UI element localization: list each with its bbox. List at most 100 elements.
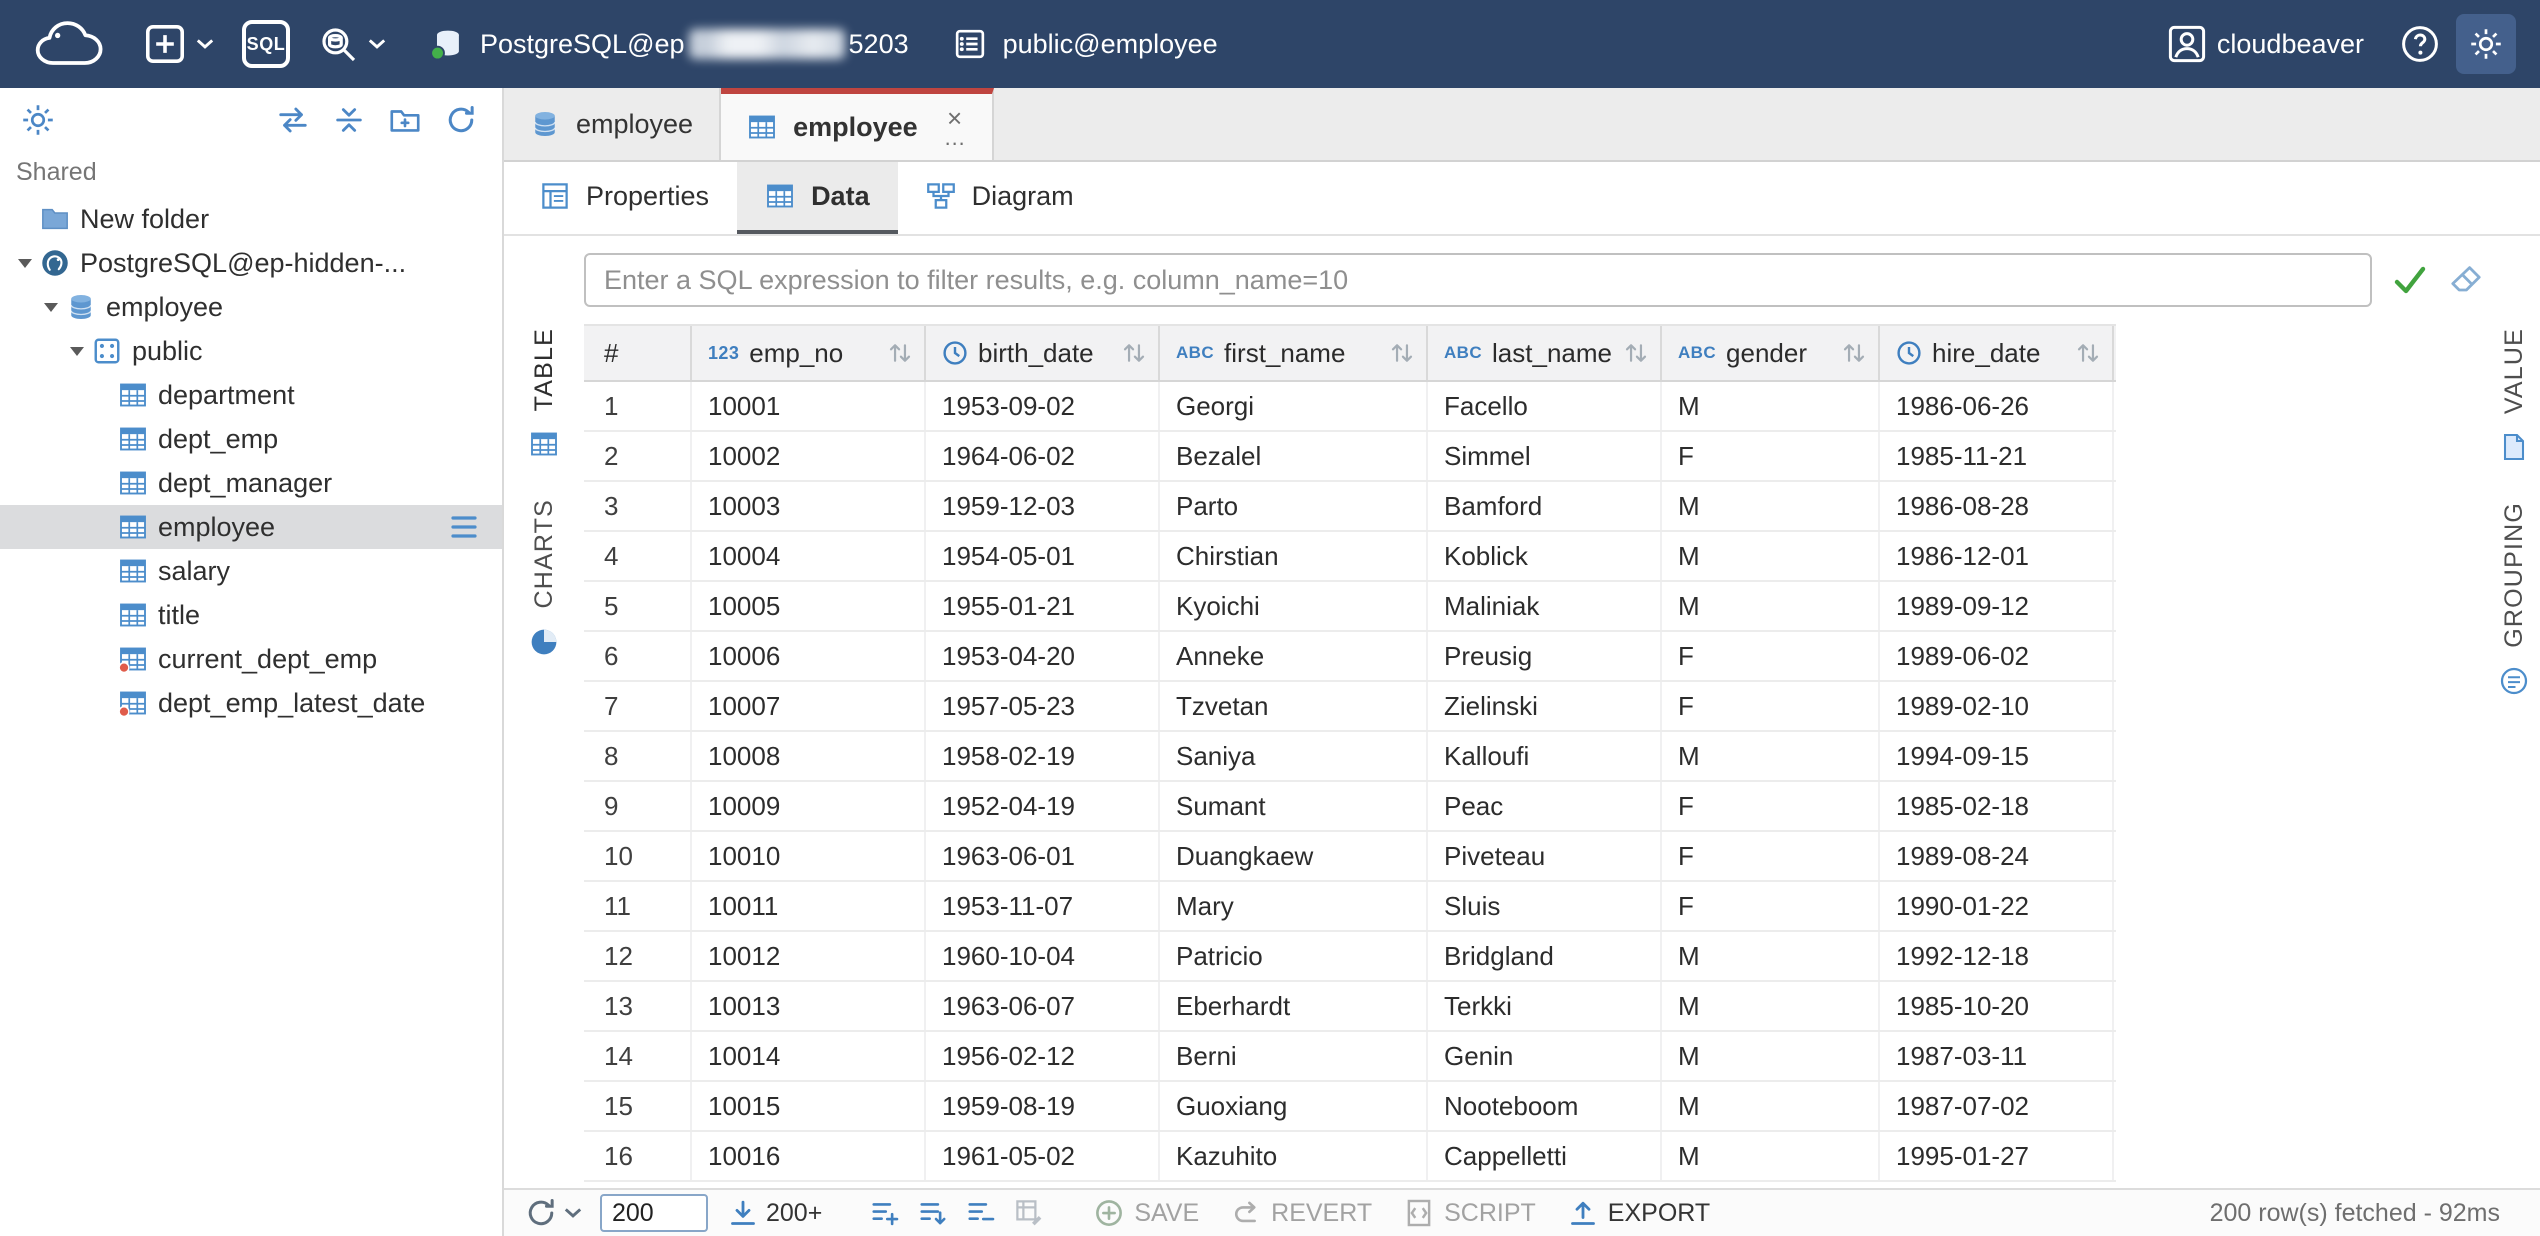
apply-filter-icon[interactable] bbox=[2392, 264, 2428, 296]
table-cell[interactable]: 1956-02-12 bbox=[926, 1032, 1160, 1080]
table-cell[interactable]: M bbox=[1662, 582, 1880, 630]
chevron-down-icon[interactable] bbox=[38, 301, 64, 313]
refresh-tree-icon[interactable] bbox=[444, 103, 478, 137]
export-button[interactable]: EXPORT bbox=[1568, 1198, 1710, 1228]
duplicate-row-button[interactable] bbox=[918, 1198, 948, 1228]
refresh-results-button[interactable] bbox=[524, 1196, 582, 1230]
row-index[interactable]: 8 bbox=[584, 732, 692, 780]
table-cell[interactable]: M bbox=[1662, 732, 1880, 780]
row-index[interactable]: 11 bbox=[584, 882, 692, 930]
table-cell[interactable]: 10007 bbox=[692, 682, 926, 730]
column-header-emp-no[interactable]: 123emp_no bbox=[692, 326, 926, 380]
table-cell[interactable]: F bbox=[1662, 682, 1880, 730]
tab-properties[interactable]: Properties bbox=[512, 162, 737, 234]
sort-icon[interactable] bbox=[2076, 342, 2100, 364]
tab-menu-icon[interactable]: … bbox=[944, 129, 966, 148]
new-folder-icon[interactable] bbox=[388, 103, 422, 137]
row-index[interactable]: 1 bbox=[584, 382, 692, 430]
tree-item-dept-manager[interactable]: dept_manager bbox=[0, 461, 502, 505]
table-cell[interactable]: 10013 bbox=[692, 982, 926, 1030]
table-cell[interactable]: 10016 bbox=[692, 1132, 926, 1180]
table-cell[interactable]: Terkki bbox=[1428, 982, 1662, 1030]
column-header-hire-date[interactable]: hire_date bbox=[1880, 326, 2114, 380]
save-button[interactable]: SAVE bbox=[1094, 1198, 1199, 1228]
table-cell[interactable]: 1963-06-01 bbox=[926, 832, 1160, 880]
table-cell[interactable]: M bbox=[1662, 382, 1880, 430]
tree-item-title[interactable]: title bbox=[0, 593, 502, 637]
table-cell[interactable]: 1953-11-07 bbox=[926, 882, 1160, 930]
tree-item-employee[interactable]: employee bbox=[0, 505, 502, 549]
row-index[interactable]: 9 bbox=[584, 782, 692, 830]
row-index[interactable]: 14 bbox=[584, 1032, 692, 1080]
table-cell[interactable]: 10010 bbox=[692, 832, 926, 880]
row-index[interactable]: 5 bbox=[584, 582, 692, 630]
tree-item-employee[interactable]: employee bbox=[0, 285, 502, 329]
table-cell[interactable]: Kyoichi bbox=[1160, 582, 1428, 630]
table-cell[interactable]: Parto bbox=[1160, 482, 1428, 530]
new-object-button[interactable] bbox=[144, 23, 214, 65]
add-row-button[interactable] bbox=[870, 1198, 900, 1228]
table-cell[interactable]: Bezalel bbox=[1160, 432, 1428, 480]
table-cell[interactable]: 1985-10-20 bbox=[1880, 982, 2114, 1030]
row-index[interactable]: 15 bbox=[584, 1082, 692, 1130]
tree-item-salary[interactable]: salary bbox=[0, 549, 502, 593]
table-cell[interactable]: M bbox=[1662, 932, 1880, 980]
table-cell[interactable]: Bridgland bbox=[1428, 932, 1662, 980]
sql-filter-input[interactable] bbox=[584, 253, 2372, 307]
tab-employee-database[interactable]: employee bbox=[504, 88, 721, 160]
table-cell[interactable]: 1955-01-21 bbox=[926, 582, 1160, 630]
table-cell[interactable]: 1995-01-27 bbox=[1880, 1132, 2114, 1180]
tree-item-new-folder[interactable]: New folder bbox=[0, 197, 502, 241]
table-cell[interactable]: Genin bbox=[1428, 1032, 1662, 1080]
table-cell[interactable]: Guoxiang bbox=[1160, 1082, 1428, 1130]
table-cell[interactable]: 10002 bbox=[692, 432, 926, 480]
presentation-charts[interactable]: CHARTS bbox=[529, 499, 559, 657]
script-button[interactable]: SCRIPT bbox=[1404, 1198, 1536, 1228]
sort-icon[interactable] bbox=[1842, 342, 1866, 364]
table-cell[interactable]: 10001 bbox=[692, 382, 926, 430]
table-cell[interactable]: Anneke bbox=[1160, 632, 1428, 680]
table-cell[interactable]: 1994-09-15 bbox=[1880, 732, 2114, 780]
table-cell[interactable]: Georgi bbox=[1160, 382, 1428, 430]
table-cell[interactable]: 10009 bbox=[692, 782, 926, 830]
table-cell[interactable]: F bbox=[1662, 432, 1880, 480]
tab-diagram[interactable]: Diagram bbox=[898, 162, 1102, 234]
table-cell[interactable]: 1959-12-03 bbox=[926, 482, 1160, 530]
column-header-last-name[interactable]: ABClast_name bbox=[1428, 326, 1662, 380]
table-cell[interactable]: M bbox=[1662, 1132, 1880, 1180]
clear-filter-icon[interactable] bbox=[2448, 262, 2484, 298]
table-cell[interactable]: 10012 bbox=[692, 932, 926, 980]
user-menu[interactable]: cloudbeaver bbox=[2167, 24, 2364, 64]
table-cell[interactable]: Tzvetan bbox=[1160, 682, 1428, 730]
table-cell[interactable]: Zielinski bbox=[1428, 682, 1662, 730]
panel-grouping[interactable]: GROUPING bbox=[2499, 502, 2529, 696]
row-index[interactable]: 3 bbox=[584, 482, 692, 530]
edit-mode-button[interactable] bbox=[1014, 1198, 1044, 1228]
table-cell[interactable]: Sluis bbox=[1428, 882, 1662, 930]
tree-item-department[interactable]: department bbox=[0, 373, 502, 417]
tree-item-public[interactable]: public bbox=[0, 329, 502, 373]
presentation-table[interactable]: TABLE bbox=[529, 328, 559, 459]
table-cell[interactable]: 1987-07-02 bbox=[1880, 1082, 2114, 1130]
row-index[interactable]: 13 bbox=[584, 982, 692, 1030]
tab-data[interactable]: Data bbox=[737, 162, 898, 234]
table-cell[interactable]: 10014 bbox=[692, 1032, 926, 1080]
tree-item-current-dept-emp[interactable]: current_dept_emp bbox=[0, 637, 502, 681]
table-cell[interactable]: 1989-02-10 bbox=[1880, 682, 2114, 730]
table-cell[interactable]: M bbox=[1662, 982, 1880, 1030]
table-cell[interactable]: M bbox=[1662, 532, 1880, 580]
table-cell[interactable]: 10008 bbox=[692, 732, 926, 780]
table-cell[interactable]: 1989-08-24 bbox=[1880, 832, 2114, 880]
table-cell[interactable]: 1960-10-04 bbox=[926, 932, 1160, 980]
sort-icon[interactable] bbox=[1390, 342, 1414, 364]
row-index[interactable]: 16 bbox=[584, 1132, 692, 1180]
table-cell[interactable]: 1987-03-11 bbox=[1880, 1032, 2114, 1080]
collapse-all-icon[interactable] bbox=[332, 103, 366, 137]
row-index[interactable]: 12 bbox=[584, 932, 692, 980]
table-cell[interactable]: Duangkaew bbox=[1160, 832, 1428, 880]
chevron-down-icon[interactable] bbox=[12, 257, 38, 269]
table-cell[interactable]: Preusig bbox=[1428, 632, 1662, 680]
table-cell[interactable]: Piveteau bbox=[1428, 832, 1662, 880]
tree-item-dept-emp[interactable]: dept_emp bbox=[0, 417, 502, 461]
item-menu-icon[interactable] bbox=[450, 515, 478, 539]
